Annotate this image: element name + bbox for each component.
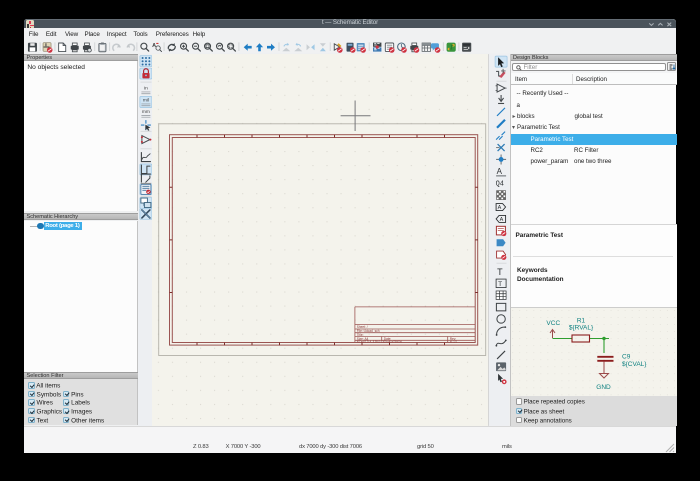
- svg-text:A: A: [152, 43, 156, 49]
- svg-text:${CVAL}: ${CVAL}: [622, 361, 647, 368]
- svg-text:T: T: [497, 267, 503, 277]
- svg-text:A: A: [500, 216, 504, 222]
- svg-text:${RVAL}: ${RVAL}: [568, 324, 593, 331]
- svg-text:mm: mm: [142, 109, 150, 114]
- svg-text:A: A: [497, 166, 503, 175]
- svg-text:VCC: VCC: [546, 320, 560, 327]
- svg-text:A: A: [498, 205, 502, 211]
- svg-text:in: in: [144, 85, 148, 91]
- svg-text:mil: mil: [142, 97, 148, 103]
- svg-text:Q4: Q4: [496, 180, 504, 188]
- svg-text:R1: R1: [576, 317, 585, 324]
- svg-text:C9: C9: [622, 353, 631, 360]
- svg-text:Id: 1/1: Id: 1/1: [450, 339, 458, 343]
- svg-text:GND: GND: [596, 384, 611, 391]
- svg-text:KiCad E.D.A. 9.99.0-3309-g41b7: KiCad E.D.A. 9.99.0-3309-g41b79600d: [357, 339, 403, 343]
- svg-text:T: T: [498, 281, 502, 288]
